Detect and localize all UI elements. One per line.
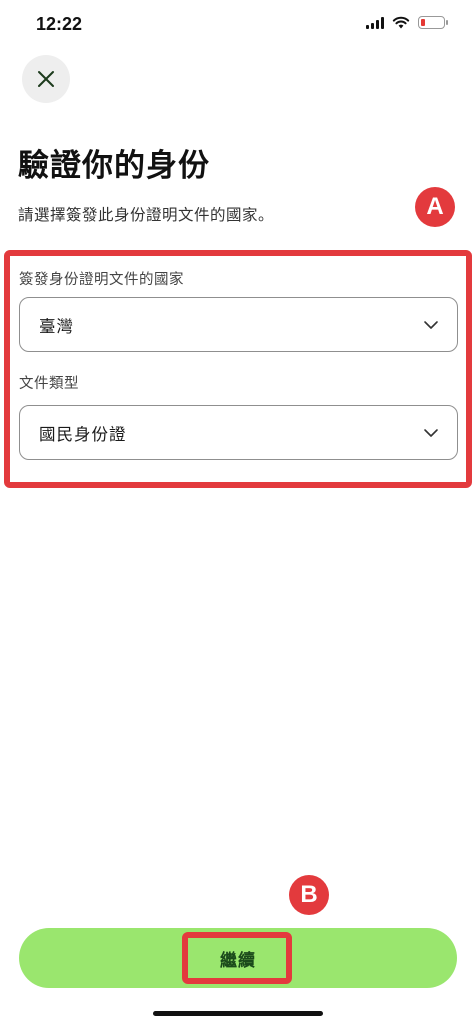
annotation-highlight-b (182, 932, 292, 984)
country-select[interactable]: 臺灣 (19, 297, 458, 352)
close-button[interactable] (22, 55, 70, 103)
chevron-down-icon (424, 321, 438, 329)
chevron-down-icon (424, 429, 438, 437)
document-type-field-label: 文件類型 (19, 376, 79, 392)
status-time: 12:22 (36, 14, 83, 34)
country-field-label: 簽發身份證明文件的國家 (19, 272, 184, 288)
country-select-value: 臺灣 (39, 316, 74, 336)
document-type-select-value: 國民身份證 (39, 424, 127, 444)
status-icons (366, 16, 448, 29)
annotation-marker-a: A (415, 187, 455, 227)
page-title: 驗證你的身份 (18, 148, 210, 184)
home-indicator (153, 1011, 323, 1016)
battery-low-icon (418, 16, 448, 29)
close-icon (38, 71, 54, 87)
annotation-marker-b: B (289, 875, 329, 915)
wifi-icon (392, 16, 410, 29)
battery-level (420, 18, 425, 26)
status-bar: 12:22 (0, 0, 475, 50)
page-subtitle: 請選擇簽發此身份證明文件的國家。 (18, 206, 275, 224)
document-type-select[interactable]: 國民身份證 (19, 405, 458, 460)
signal-icon (366, 16, 384, 29)
